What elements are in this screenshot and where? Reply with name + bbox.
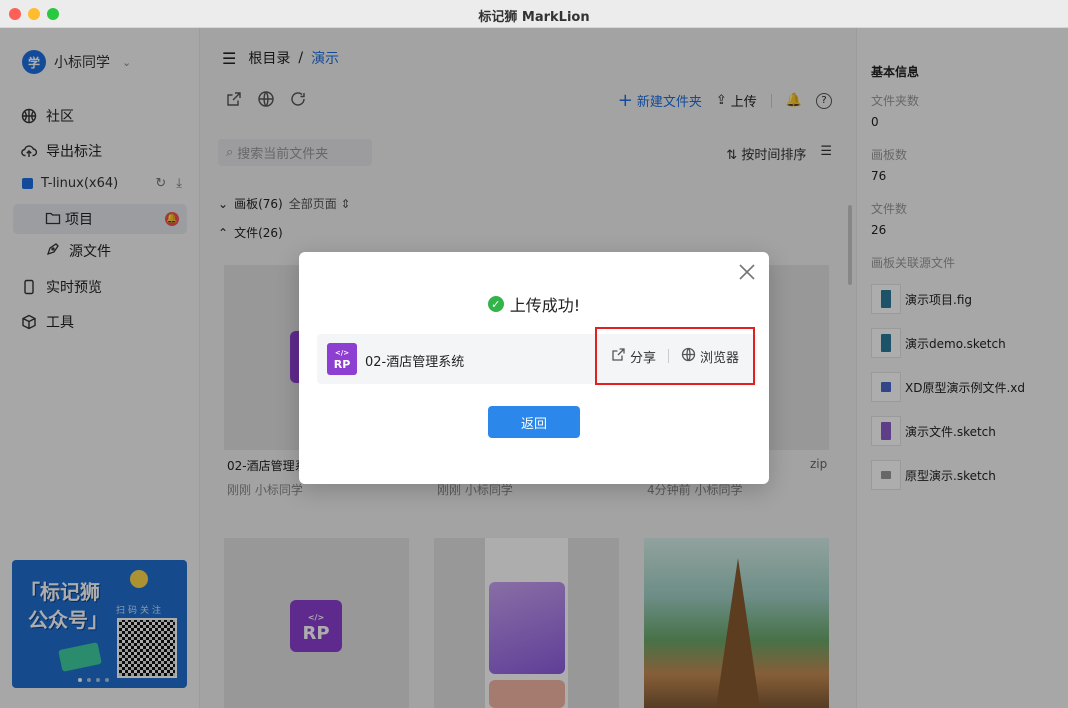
open-in-browser-button[interactable]: 浏览器 [681, 347, 739, 366]
window-titlebar: 标记狮 MarkLion [0, 0, 1068, 28]
check-circle-icon: ✓ [487, 296, 504, 312]
divider [668, 349, 670, 363]
file-actions-highlight: 分享 浏览器 [595, 327, 755, 385]
uploaded-file-name: 02-酒店管理系统 [365, 355, 465, 370]
window-title: 标记狮 MarkLion [478, 10, 590, 25]
share-button[interactable]: 分享 [611, 347, 656, 366]
dialog-title: ✓ 上传成功! [299, 292, 769, 316]
globe-icon [681, 347, 696, 366]
upload-success-dialog: ✓ 上传成功! </> RP 02-酒店管理系统 分享 浏览器 返回 [299, 252, 769, 484]
close-icon[interactable] [737, 262, 757, 282]
back-button[interactable]: 返回 [488, 406, 580, 438]
share-icon [611, 347, 626, 366]
rp-file-icon: </>RP [327, 343, 357, 375]
